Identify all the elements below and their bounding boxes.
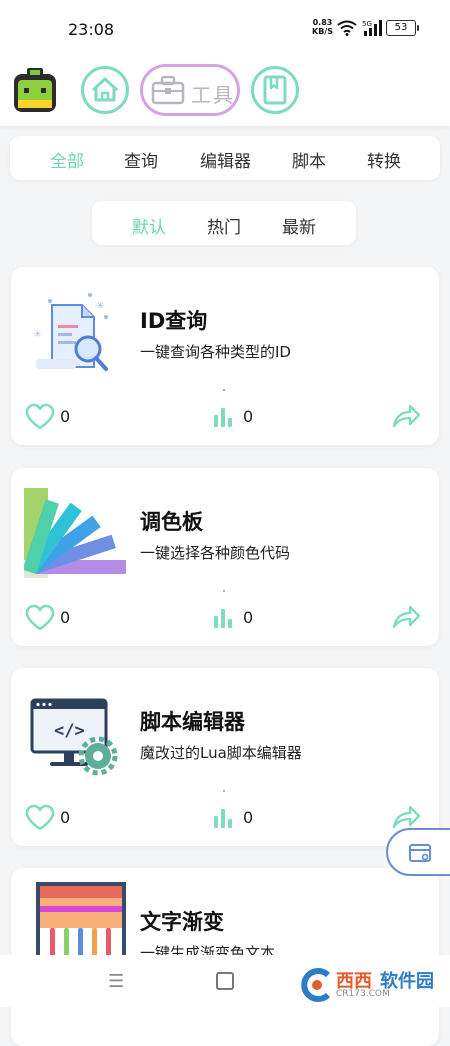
status-bar: 23:08 0.83 KB/S 5G 53: [0, 0, 450, 58]
share-icon[interactable]: [391, 403, 421, 429]
wifi-icon: [337, 20, 357, 36]
watermark-logo: 西西 软件园 CR173.COM: [300, 965, 450, 1007]
svg-text:5G: 5G: [362, 20, 372, 28]
book-icon: [263, 75, 287, 105]
palette-icon: [24, 488, 126, 578]
category-tab[interactable]: 查询: [124, 147, 158, 172]
system-nav-bar: ☰ 西西 软件园 CR173.COM: [0, 955, 450, 1007]
category-tab[interactable]: 编辑器: [200, 147, 251, 172]
sort-tab[interactable]: 最新: [282, 213, 316, 238]
tool-card[interactable]: ✳ ✳ ID查询 一键查询各种类型的ID 0 0: [11, 267, 439, 445]
svg-text:✳: ✳: [96, 301, 104, 312]
network-speed: 0.83 KB/S: [312, 18, 333, 36]
document-search-icon: ✳ ✳: [34, 293, 108, 371]
like-count: 0: [60, 608, 71, 627]
category-tab[interactable]: 脚本: [292, 147, 326, 172]
battery-icon: 53: [386, 20, 419, 36]
like-count: 0: [60, 407, 71, 426]
home-tab-button[interactable]: [81, 66, 129, 114]
bar-chart-icon: [214, 408, 232, 427]
bar-chart-icon: [214, 609, 232, 628]
card-description: 魔改过的Lua脚本编辑器: [140, 744, 302, 762]
tools-tab-label: 工具: [191, 83, 235, 107]
share-icon[interactable]: [391, 604, 421, 630]
divider-dot: [223, 389, 225, 391]
card-title: 文字渐变: [140, 910, 224, 934]
heart-icon[interactable]: [25, 403, 55, 431]
like-count: 0: [60, 808, 71, 827]
sort-filter-bar: 默认 热门 最新: [92, 201, 356, 245]
home-nav-icon[interactable]: [216, 972, 234, 990]
code-monitor-icon: </>: [30, 698, 118, 776]
category-tab[interactable]: 转换: [367, 147, 401, 172]
card-title: ID查询: [140, 309, 208, 333]
card-icon: [409, 844, 431, 862]
app-logo[interactable]: [13, 68, 57, 114]
heart-icon[interactable]: [25, 604, 55, 632]
card-description: 一键查询各种类型的ID: [140, 343, 291, 361]
tool-card[interactable]: 调色板 一键选择各种颜色代码 0 0: [11, 468, 439, 646]
status-time: 23:08: [68, 20, 115, 39]
view-count: 0: [243, 407, 254, 426]
heart-icon[interactable]: [25, 804, 55, 832]
signal-icon: 5G: [362, 20, 382, 36]
svg-text:</>: </>: [54, 721, 85, 741]
category-tab[interactable]: 全部: [50, 147, 84, 172]
watermark-url: CR173.COM: [336, 989, 390, 999]
svg-text:✳: ✳: [34, 330, 42, 340]
divider-dot: [223, 590, 225, 592]
tools-tab-button[interactable]: 工具: [140, 64, 240, 116]
category-filter-bar: 全部 查询 编辑器 脚本 转换: [10, 136, 440, 180]
watermark-c-icon: [301, 968, 331, 1002]
card-title: 调色板: [140, 510, 203, 534]
toolbox-icon: [151, 75, 185, 105]
bookmark-tab-button[interactable]: [251, 66, 299, 114]
tool-card[interactable]: </> 脚本编辑器 魔改过的Lua脚本编辑器 0 0: [11, 668, 439, 846]
card-title: 脚本编辑器: [140, 710, 245, 734]
sort-tab[interactable]: 热门: [207, 213, 241, 238]
divider-dot: [223, 790, 225, 792]
top-bar: 工具: [0, 58, 450, 126]
view-count: 0: [243, 608, 254, 627]
floating-side-button[interactable]: [386, 828, 450, 876]
card-description: 一键选择各种颜色代码: [140, 544, 291, 562]
share-icon[interactable]: [391, 804, 421, 830]
menu-icon[interactable]: ☰: [108, 971, 124, 992]
bar-chart-icon: [214, 809, 232, 828]
home-icon: [91, 77, 119, 102]
view-count: 0: [243, 808, 254, 827]
sort-tab[interactable]: 默认: [132, 213, 166, 238]
